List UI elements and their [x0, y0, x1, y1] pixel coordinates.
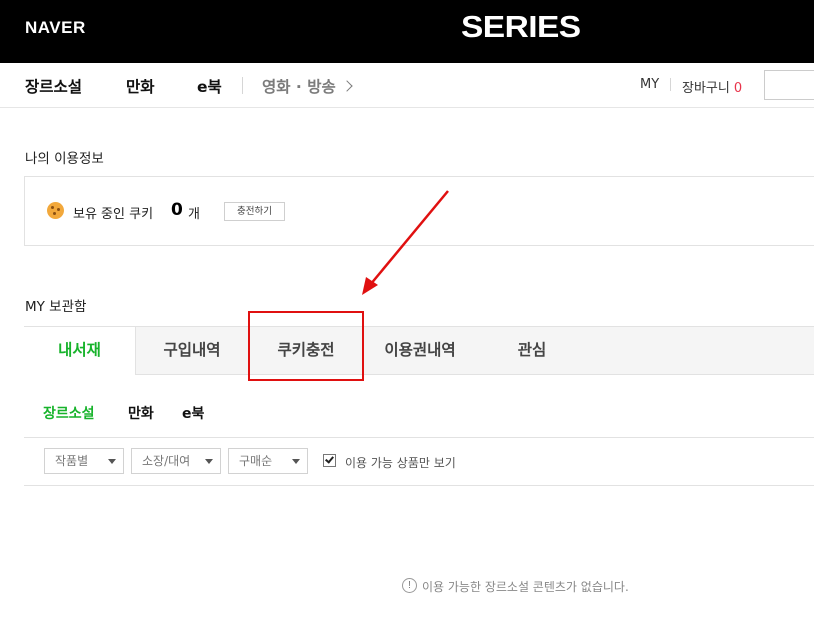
charge-button[interactable]: 충전하기 [224, 202, 285, 221]
purchase-order-dropdown[interactable]: 구매순 [228, 448, 308, 474]
cookie-label: 보유 중인 쿠키 [73, 207, 154, 222]
nav-item-genre-novel[interactable]: 장르소설 [25, 75, 82, 97]
chevron-right-icon [341, 80, 353, 92]
cart-label: 장바구니 [682, 81, 730, 96]
cookie-count: 0 [171, 200, 183, 220]
filter-divider-top [24, 437, 814, 438]
annotation-arrow-icon [362, 190, 449, 295]
cart-link[interactable]: 장바구니 0 [682, 77, 742, 96]
nav-item-comics[interactable]: 만화 [126, 75, 155, 97]
checkmark-icon [325, 454, 334, 464]
cart-count-badge: 0 [733, 81, 743, 96]
my-link[interactable]: MY [640, 77, 659, 92]
tab-library[interactable]: 내서재 [24, 327, 136, 375]
cookie-unit: 개 [188, 207, 200, 222]
chevron-down-icon [292, 459, 300, 464]
only-available-label: 이용 가능 상품만 보기 [345, 456, 456, 470]
nav-divider [242, 77, 243, 94]
subtab-ebook[interactable]: e북 [182, 403, 204, 423]
subtab-genre-novel[interactable]: 장르소설 [43, 403, 95, 423]
purchase-order-label: 구매순 [239, 454, 273, 468]
nav-item-movie-broadcast[interactable]: 영화 · 방송 [262, 75, 353, 97]
chevron-down-icon [108, 459, 116, 464]
only-available-checkbox[interactable] [323, 454, 336, 467]
sort-by-title-label: 작품별 [55, 454, 89, 468]
tab-voucher-history[interactable]: 이용권내역 [364, 327, 476, 374]
filter-divider-bottom [24, 485, 814, 486]
chevron-down-icon [205, 459, 213, 464]
top-header: NAVER SERIES [0, 0, 814, 63]
cookie-icon [47, 202, 64, 219]
nav-divider-2 [670, 78, 671, 91]
annotation-highlight-box [248, 311, 364, 381]
empty-message: 이용 가능한 장르소설 콘텐츠가 없습니다. [422, 580, 629, 594]
naver-logo[interactable]: NAVER [25, 18, 86, 38]
subtab-comics[interactable]: 만화 [128, 403, 154, 423]
my-storage-title: MY 보관함 [25, 299, 87, 315]
info-exclamation-icon: ! [402, 578, 417, 593]
storage-tabs: 내서재 구입내역 쿠키충전 이용권내역 관심 [24, 326, 814, 375]
tab-favorites[interactable]: 관심 [476, 327, 588, 374]
own-rent-dropdown[interactable]: 소장/대여 [131, 448, 221, 474]
tab-purchase-history[interactable]: 구입내역 [136, 327, 248, 374]
search-input[interactable] [764, 70, 814, 100]
category-nav: 장르소설 만화 e북 영화 · 방송 MY 장바구니 0 [0, 63, 814, 108]
series-logo[interactable]: SERIES [461, 9, 581, 45]
own-rent-label: 소장/대여 [142, 454, 191, 468]
nav-item-movie-broadcast-label: 영화 · 방송 [262, 78, 336, 96]
nav-item-ebook[interactable]: e북 [197, 75, 222, 97]
sort-by-title-dropdown[interactable]: 작품별 [44, 448, 124, 474]
usage-info-title: 나의 이용정보 [25, 151, 104, 167]
